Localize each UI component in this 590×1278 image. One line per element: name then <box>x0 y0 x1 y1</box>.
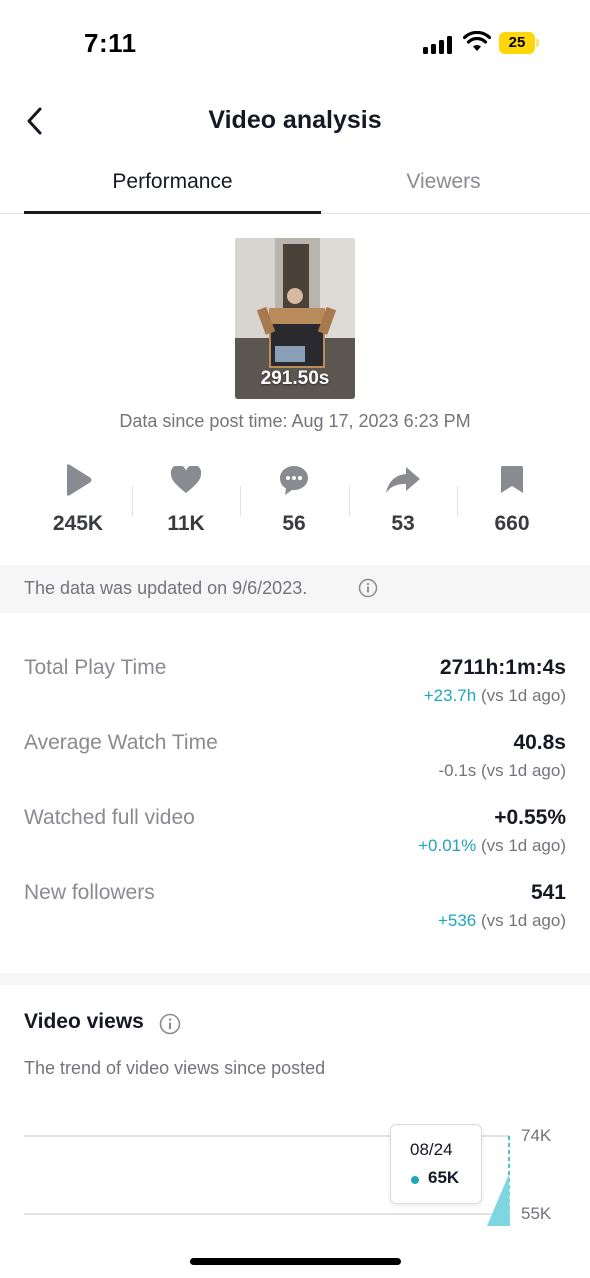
tooltip-date: 08/24 <box>410 1140 453 1159</box>
video-thumbnail[interactable]: 291.50s <box>235 238 355 399</box>
section-divider <box>0 973 590 985</box>
stat-comments-value: 56 <box>282 512 306 535</box>
metric-value: +0.55% <box>494 806 566 829</box>
metric-average-watch-time: Average Watch Time 40.8s -0.1s (vs 1d ag… <box>24 731 566 791</box>
stat-views: 245K <box>24 456 132 546</box>
tab-bar: Performance Viewers <box>0 160 590 214</box>
stat-saves: 660 <box>458 456 566 546</box>
active-tab-indicator <box>24 211 321 214</box>
y-tick-label: 74K <box>521 1126 552 1145</box>
y-tick-label: 55K <box>521 1204 552 1223</box>
battery-icon: 25 <box>499 32 539 54</box>
bookmark-icon <box>492 460 532 500</box>
page-title: Video analysis <box>208 106 382 134</box>
video-duration: 291.50s <box>260 368 330 389</box>
stat-shares-value: 53 <box>391 512 415 535</box>
wifi-icon <box>463 31 491 51</box>
stat-saves-value: 660 <box>494 512 530 535</box>
video-views-chart-svg <box>24 1135 510 1226</box>
battery-level: 25 <box>499 32 535 54</box>
metric-change: -0.1s (vs 1d ago) <box>438 761 566 780</box>
info-icon[interactable] <box>358 578 378 598</box>
tab-viewers[interactable]: Viewers <box>321 170 566 194</box>
metric-label: Watched full video <box>24 806 195 829</box>
stat-likes: 11K <box>132 456 240 546</box>
stat-views-value: 245K <box>52 512 104 535</box>
data-updated-banner: The data was updated on 9/6/2023. <box>0 565 590 613</box>
metric-watched-full-video: Watched full video +0.55% +0.01% (vs 1d … <box>24 806 566 866</box>
home-indicator[interactable] <box>190 1258 401 1265</box>
status-time: 7:11 <box>84 28 137 58</box>
data-updated-text: The data was updated on 9/6/2023. <box>24 578 308 598</box>
info-icon[interactable] <box>159 1013 181 1035</box>
stat-likes-value: 11K <box>167 512 205 535</box>
heart-icon <box>166 460 206 500</box>
post-time-text: Data since post time: Aug 17, 2023 6:23 … <box>119 411 471 431</box>
play-icon <box>58 460 98 500</box>
status-bar: 7:11 25 <box>0 0 590 90</box>
share-icon <box>383 460 423 500</box>
tooltip-value: 65K <box>428 1168 460 1187</box>
video-views-chart[interactable] <box>0 1100 590 1240</box>
stat-comments: 56 <box>240 456 348 546</box>
series-dot <box>411 1176 419 1184</box>
metric-label: Total Play Time <box>24 656 167 679</box>
stat-shares: 53 <box>349 456 457 546</box>
views-area <box>487 1174 510 1226</box>
metric-change: +0.01% (vs 1d ago) <box>418 836 566 855</box>
metric-value: 2711h:1m:4s <box>439 656 566 679</box>
metric-change: +536 (vs 1d ago) <box>437 911 566 930</box>
stats-row: 245K 11K 56 53 660 <box>24 456 566 546</box>
metric-value: 40.8s <box>513 731 566 754</box>
metric-change: +23.7h (vs 1d ago) <box>423 686 566 705</box>
video-views-title: Video views <box>24 1010 144 1033</box>
video-views-subtitle: The trend of video views since posted <box>24 1058 326 1078</box>
metric-new-followers: New followers 541 +536 (vs 1d ago) <box>24 881 566 941</box>
metric-total-play-time: Total Play Time 2711h:1m:4s +23.7h (vs 1… <box>24 656 566 716</box>
chart-tooltip: 08/24 65K <box>390 1124 482 1204</box>
header: Video analysis <box>0 90 590 154</box>
cellular-signal-icon <box>423 34 453 54</box>
tab-performance[interactable]: Performance <box>24 170 321 194</box>
metric-label: New followers <box>24 881 155 904</box>
comment-icon <box>274 460 314 500</box>
metric-value: 541 <box>530 881 566 904</box>
metric-label: Average Watch Time <box>24 731 218 754</box>
